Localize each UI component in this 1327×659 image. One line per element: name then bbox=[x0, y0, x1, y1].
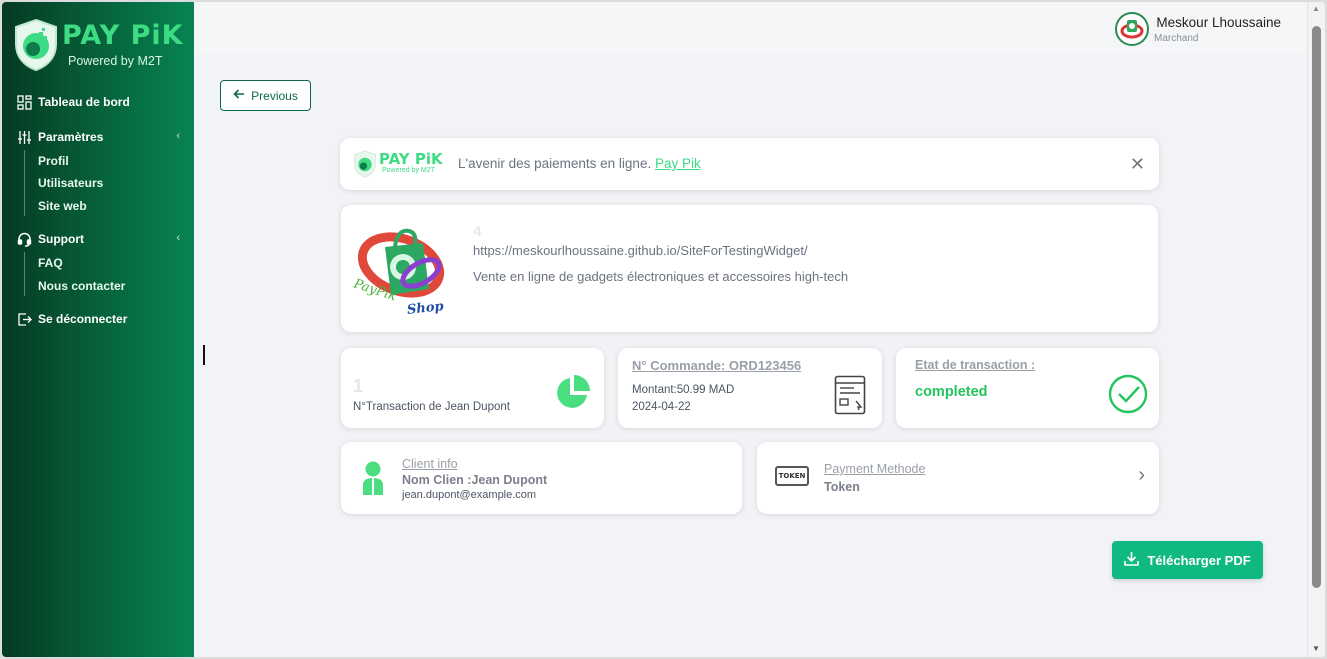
sidebar-subitem-faq[interactable]: FAQ bbox=[38, 256, 63, 270]
text-cursor bbox=[203, 345, 205, 365]
sidebar-item-label: Tableau de bord bbox=[38, 95, 130, 109]
banner-message: L'avenir des paiements en ligne. bbox=[458, 156, 652, 171]
transaction-state-card: Etat de transaction : completed bbox=[896, 348, 1159, 428]
client-info-title[interactable]: Client info bbox=[402, 457, 458, 471]
transaction-status: completed bbox=[915, 384, 988, 400]
sidebar-item-label: Se déconnecter bbox=[38, 312, 128, 326]
scroll-down-icon[interactable]: ▼ bbox=[1312, 644, 1320, 653]
banner-link[interactable]: Pay Pik bbox=[655, 156, 701, 171]
app-window: PAY PiK Powered by M2T Tableau de bord P… bbox=[2, 2, 1325, 657]
user-name: Meskour Lhoussaine bbox=[1156, 15, 1281, 30]
payment-method-card[interactable]: TOKEN Payment Methode Token › bbox=[757, 442, 1159, 514]
order-card: N° Commande: ORD123456 Montant:50.99 MAD… bbox=[618, 348, 882, 428]
shop-logo: PayPik Shop bbox=[351, 217, 461, 321]
chevron-left-icon[interactable]: ‹ bbox=[176, 130, 180, 142]
sliders-icon bbox=[16, 129, 32, 145]
pie-chart-icon bbox=[557, 375, 590, 408]
token-icon: TOKEN bbox=[775, 466, 809, 486]
submenu-divider bbox=[24, 252, 25, 296]
arrow-left-icon bbox=[233, 88, 245, 103]
client-name: Nom Clien :Jean Dupont bbox=[402, 473, 548, 487]
shield-logo-icon bbox=[15, 18, 57, 72]
transaction-count-card: 1 N°Transaction de Jean Dupont bbox=[341, 348, 604, 428]
top-header: Meskour Lhoussaine Marchand bbox=[194, 2, 1307, 54]
user-role: Marchand bbox=[1154, 33, 1199, 44]
invoice-icon bbox=[834, 375, 866, 415]
logout-icon bbox=[16, 311, 32, 327]
sidebar-subitem-site-web[interactable]: Site web bbox=[38, 199, 87, 213]
sidebar-subitem-utilisateurs[interactable]: Utilisateurs bbox=[38, 176, 103, 190]
order-amount: Montant:50.99 MAD bbox=[632, 384, 735, 396]
brand-logo[interactable]: PAY PiK Powered by M2T bbox=[12, 18, 187, 74]
banner-text: L'avenir des paiements en ligne. Pay Pik bbox=[458, 156, 701, 171]
close-icon[interactable]: ✕ bbox=[1130, 154, 1145, 175]
user-icon bbox=[363, 461, 383, 495]
download-icon bbox=[1124, 551, 1140, 569]
headset-icon bbox=[16, 231, 32, 247]
transaction-state-title[interactable]: Etat de transaction : bbox=[915, 358, 1035, 372]
avatar-logo-icon bbox=[1120, 20, 1144, 39]
banner-brand: PAY PiK bbox=[379, 150, 443, 168]
sidebar-item-label: Support bbox=[38, 232, 84, 246]
sidebar-item-logout[interactable]: Se déconnecter bbox=[16, 311, 127, 327]
check-circle-icon bbox=[1108, 374, 1148, 414]
user-avatar[interactable] bbox=[1115, 12, 1149, 46]
previous-button[interactable]: Previous bbox=[220, 80, 311, 111]
sidebar-item-support[interactable]: Support bbox=[16, 231, 84, 247]
sidebar-item-label: Paramètres bbox=[38, 130, 104, 144]
sidebar-item-settings[interactable]: Paramètres bbox=[16, 129, 103, 145]
shop-id: 4 bbox=[473, 223, 482, 240]
payment-method-title[interactable]: Payment Methode bbox=[824, 462, 925, 476]
download-pdf-label: Télécharger PDF bbox=[1147, 552, 1251, 568]
sidebar-item-dashboard[interactable]: Tableau de bord bbox=[16, 94, 130, 110]
mini-shield-icon bbox=[354, 150, 376, 178]
chevron-right-icon[interactable]: › bbox=[1138, 464, 1145, 487]
main-content: Previous PAY PiK Powered by M2T L'avenir… bbox=[194, 54, 1307, 657]
order-number[interactable]: N° Commande: ORD123456 bbox=[632, 358, 801, 373]
sidebar-subitem-profil[interactable]: Profil bbox=[38, 154, 69, 168]
brand-name: PAY PiK bbox=[62, 20, 184, 51]
banner-powered: Powered by M2T bbox=[382, 167, 435, 174]
shop-url: https://meskourlhoussaine.github.io/Site… bbox=[473, 243, 808, 258]
client-info-card: Client info Nom Clien :Jean Dupont jean.… bbox=[341, 442, 742, 514]
order-date: 2024-04-22 bbox=[632, 401, 691, 413]
brand-powered-by: Powered by M2T bbox=[68, 54, 163, 68]
previous-button-label: Previous bbox=[251, 88, 298, 103]
page-scrollbar[interactable]: ▲ ▼ bbox=[1307, 2, 1325, 657]
info-banner: PAY PiK Powered by M2T L'avenir des paie… bbox=[340, 138, 1159, 190]
shop-description: Vente en ligne de gadgets électroniques … bbox=[473, 269, 849, 284]
transaction-count-number: 1 bbox=[353, 376, 364, 396]
submenu-divider bbox=[24, 150, 25, 216]
shop-card: PayPik Shop 4 https://meskourlhoussaine.… bbox=[341, 205, 1158, 332]
client-email: jean.dupont@example.com bbox=[402, 489, 537, 501]
dashboard-grid-icon bbox=[16, 94, 32, 110]
chevron-left-icon[interactable]: ‹ bbox=[176, 232, 180, 244]
sidebar: PAY PiK Powered by M2T Tableau de bord P… bbox=[2, 2, 194, 657]
scrollbar-thumb[interactable] bbox=[1312, 26, 1321, 588]
transaction-count-label: N°Transaction de Jean Dupont bbox=[353, 401, 510, 413]
download-pdf-button[interactable]: Télécharger PDF bbox=[1112, 541, 1263, 579]
sidebar-subitem-contact[interactable]: Nous contacter bbox=[38, 279, 125, 293]
scroll-up-icon[interactable]: ▲ bbox=[1312, 4, 1320, 13]
payment-method-value: Token bbox=[824, 480, 860, 494]
